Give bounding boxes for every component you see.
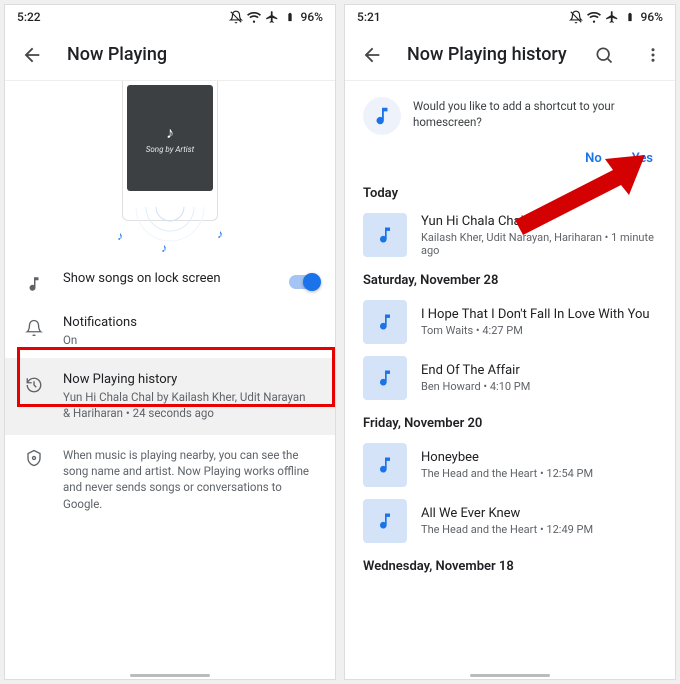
home-indicator[interactable] (470, 674, 550, 677)
bell-icon (23, 317, 45, 339)
setting-lock-screen[interactable]: Show songs on lock screen (5, 261, 335, 305)
phone-left: 5:22 96% Now Playing ♪ Song by Artist (5, 5, 335, 679)
airplane-icon (265, 10, 279, 24)
setting-sublabel: On (63, 332, 315, 348)
home-indicator[interactable] (130, 674, 210, 677)
section-label: Saturday, November 28 (345, 263, 675, 294)
history-item[interactable]: Yun Hi Chala Chal Kailash Kher, Udit Nara… (345, 207, 675, 263)
prompt-text: Would you like to add a shortcut to your… (413, 97, 657, 135)
history-item[interactable]: Honeybee The Head and the Heart • 12:54 P… (345, 437, 675, 493)
setting-notifications[interactable]: Notifications On (5, 305, 335, 358)
float-note-icon: ♪ (217, 227, 223, 241)
airplane-icon (605, 10, 619, 24)
setting-label: Notifications (63, 315, 315, 330)
song-meta: Kailash Kher, Udit Narayan, Hariharan • … (421, 231, 657, 257)
music-note-icon (23, 273, 45, 295)
status-bar: 5:22 96% (5, 5, 335, 29)
status-icons: 96% (569, 10, 663, 24)
preview-text: Song by Artist (146, 145, 194, 154)
section-label: Friday, November 20 (345, 406, 675, 437)
back-button[interactable] (353, 36, 391, 74)
history-item[interactable]: All We Ever Knew The Head and the Heart •… (345, 493, 675, 549)
history-icon (23, 374, 45, 396)
battery-pct: 96% (301, 10, 323, 24)
wifi-icon (587, 10, 601, 24)
lock-screen-toggle[interactable] (289, 275, 319, 289)
status-bar: 5:21 96% (345, 5, 675, 29)
dnd-icon (569, 10, 583, 24)
history-item[interactable]: I Hope That I Don't Fall In Love With Yo… (345, 294, 675, 350)
status-icons: 96% (229, 10, 323, 24)
status-time: 5:22 (17, 10, 41, 24)
battery-pct: 96% (641, 10, 663, 24)
back-button[interactable] (13, 36, 51, 74)
page-title: Now Playing (67, 44, 327, 65)
phone-right: 5:21 96% Now Playing history Would you l… (345, 5, 675, 679)
song-title: Yun Hi Chala Chal (421, 214, 657, 229)
history-item[interactable]: End Of The Affair Ben Howard • 4:10 PM (345, 350, 675, 406)
prompt-no-button[interactable]: No (585, 151, 602, 166)
setting-sublabel: When music is playing nearby, you can se… (63, 447, 315, 511)
setting-sublabel: Yun Hi Chala Chal by Kailash Kher, Udit … (63, 389, 315, 421)
battery-icon (623, 10, 637, 24)
dnd-icon (229, 10, 243, 24)
float-note-icon: ♪ (117, 229, 123, 243)
page-title: Now Playing history (407, 44, 569, 65)
song-title: All We Ever Knew (421, 506, 593, 521)
app-bar: Now Playing history (345, 29, 675, 81)
wifi-icon (247, 10, 261, 24)
settings-list: Show songs on lock screen Notifications … (5, 255, 335, 528)
setting-label: Now Playing history (63, 372, 315, 387)
setting-privacy-note: When music is playing nearby, you can se… (5, 435, 335, 521)
song-title: Honeybee (421, 450, 593, 465)
status-time: 5:21 (357, 10, 381, 24)
section-label: Today (345, 176, 675, 207)
shield-icon (23, 447, 45, 469)
music-note-icon (363, 356, 407, 400)
prompt-yes-button[interactable]: Yes (632, 151, 653, 166)
song-meta: The Head and the Heart • 12:54 PM (421, 467, 593, 480)
song-meta: Tom Waits • 4:27 PM (421, 324, 650, 337)
song-meta: Ben Howard • 4:10 PM (421, 380, 530, 393)
music-note-icon: ♪ (166, 123, 174, 143)
music-note-icon (363, 499, 407, 543)
section-label: Wednesday, November 18 (345, 549, 675, 580)
music-note-icon (363, 443, 407, 487)
battery-icon (283, 10, 297, 24)
setting-history[interactable]: Now Playing history Yun Hi Chala Chal by… (5, 358, 335, 435)
history-list: Today Yun Hi Chala Chal Kailash Kher, Udit… (345, 176, 675, 580)
setting-label: Show songs on lock screen (63, 271, 267, 286)
song-meta: The Head and the Heart • 12:49 PM (421, 523, 593, 536)
music-shortcut-icon (363, 97, 401, 135)
app-bar: Now Playing (5, 29, 335, 81)
song-title: I Hope That I Don't Fall In Love With Yo… (421, 307, 650, 322)
song-title: End Of The Affair (421, 363, 530, 378)
shortcut-prompt: Would you like to add a shortcut to your… (359, 91, 661, 141)
ripple-icon (135, 207, 205, 257)
music-note-icon (363, 213, 407, 257)
search-button[interactable] (585, 36, 623, 74)
music-note-icon (363, 300, 407, 344)
overflow-menu-button[interactable] (639, 36, 667, 74)
device-preview: ♪ Song by Artist ♪ ♪ ♪ (5, 81, 335, 221)
float-note-icon: ♪ (161, 241, 167, 255)
device-frame: ♪ Song by Artist ♪ ♪ ♪ (122, 81, 218, 221)
